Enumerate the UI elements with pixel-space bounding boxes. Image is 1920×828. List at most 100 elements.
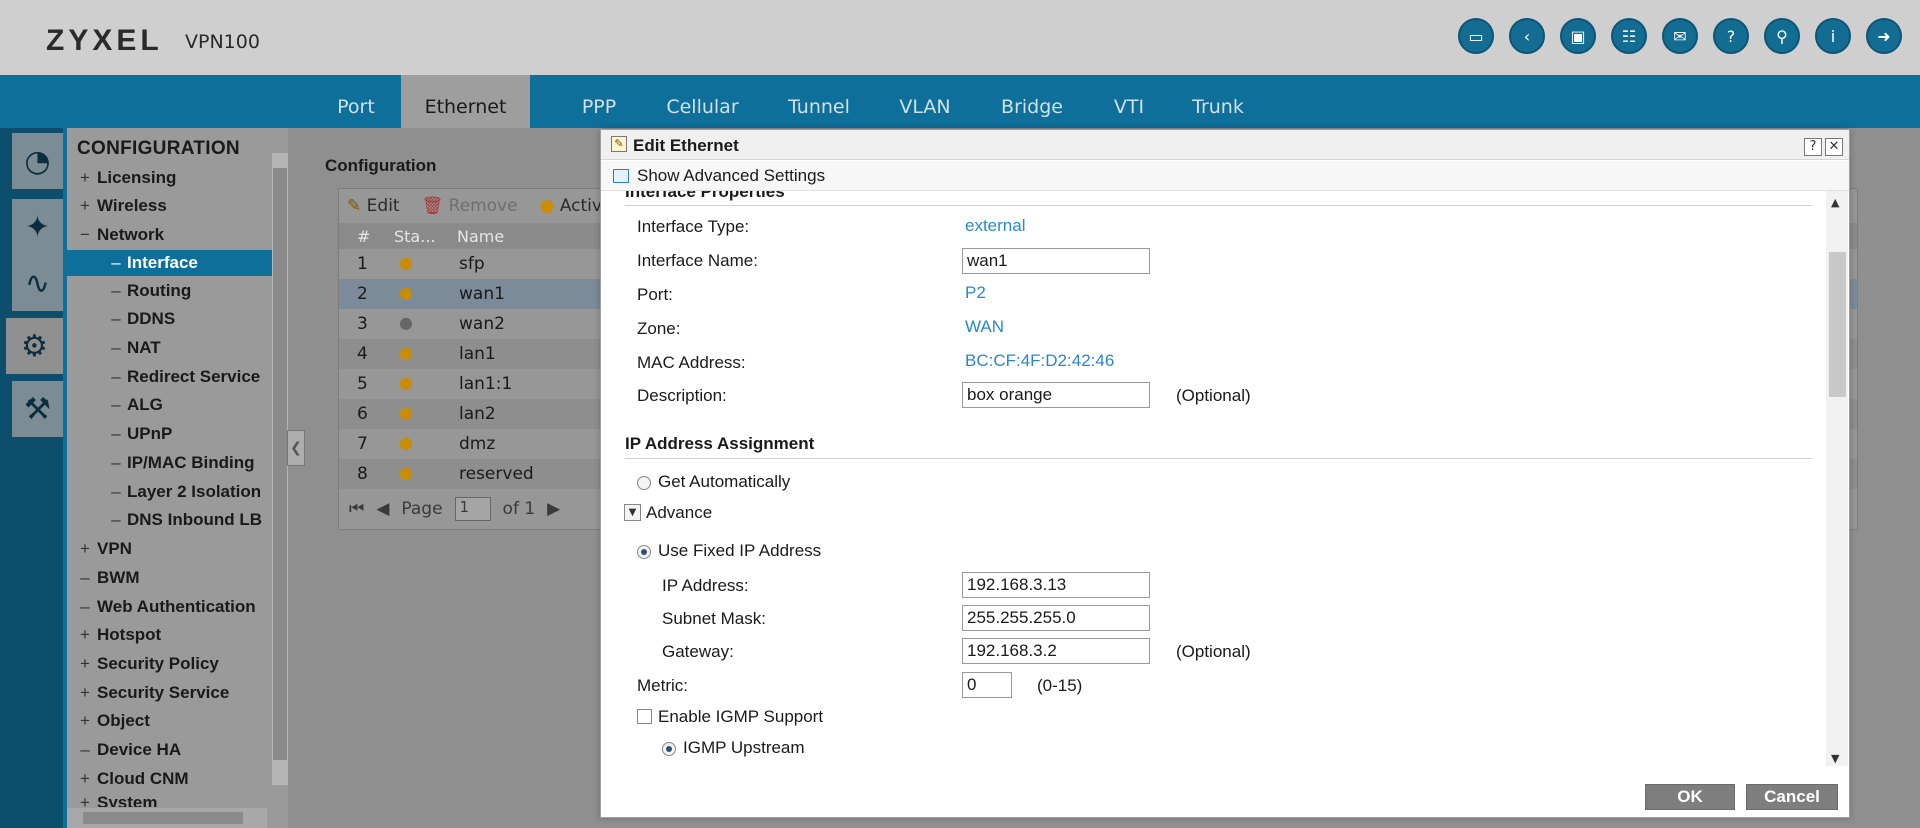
prev-page-icon[interactable]: ◀ — [376, 499, 389, 519]
tab-vti[interactable]: VTI — [1107, 75, 1151, 128]
status-bulb-icon: ● — [399, 253, 413, 272]
get-automatically-label: Get Automatically — [658, 472, 791, 491]
gear-icon[interactable]: ⚙ — [6, 318, 63, 374]
enable-igmp-checkbox[interactable] — [637, 709, 652, 724]
close-icon[interactable]: ✕ — [1825, 138, 1843, 156]
sidebar-item-dns-inbound-lb[interactable]: – DNS Inbound LB — [67, 507, 272, 533]
monitor-icon[interactable]: ∿ — [12, 255, 63, 311]
description-input[interactable]: box orange — [962, 382, 1150, 408]
sidebar-horizontal-thumb[interactable] — [83, 812, 243, 824]
enable-igmp-label: Enable IGMP Support — [658, 707, 824, 726]
page-input[interactable]: 1 — [454, 497, 491, 521]
status-bulb-icon: ● — [399, 403, 413, 422]
cancel-button[interactable]: Cancel — [1746, 784, 1838, 810]
use-fixed-ip-radio[interactable] — [637, 545, 651, 559]
ip-address-input[interactable]: 192.168.3.13 — [962, 572, 1150, 598]
console-icon[interactable]: ▭ — [1458, 18, 1494, 54]
sidebar-item-nat[interactable]: – NAT — [67, 335, 272, 361]
first-page-icon[interactable]: ⏮ — [349, 499, 364, 519]
edit-button[interactable]: ✎ Edit — [347, 196, 400, 216]
sidebar-item-device-ha[interactable]: – Device HA — [67, 737, 272, 763]
logout-icon[interactable]: ➜ — [1866, 18, 1902, 54]
tab-bridge[interactable]: Bridge — [997, 75, 1067, 128]
dashboard-icon[interactable]: ◔ — [12, 133, 63, 189]
sidebar-item-layer2-isolation[interactable]: – Layer 2 Isolation — [67, 479, 272, 505]
help-icon[interactable]: ? — [1804, 138, 1822, 156]
tab-port[interactable]: Port — [328, 75, 384, 128]
scroll-up-icon[interactable]: ▲ — [1831, 196, 1839, 209]
description-optional: (Optional) — [1176, 386, 1251, 405]
pin-icon[interactable]: ⚲ — [1764, 18, 1800, 54]
mac-address-value: BC:CF:4F:D2:42:46 — [965, 351, 1115, 370]
sidebar-item-alg[interactable]: – ALG — [67, 392, 272, 418]
header-icon-bar: ▭ ‹ ▣ ☷ ✉ ? ⚲ i ➜ — [1458, 18, 1902, 54]
column-number[interactable]: # — [357, 227, 370, 246]
tab-vlan[interactable]: VLAN — [894, 75, 956, 128]
sidebar-item-security-service[interactable]: + Security Service — [67, 680, 272, 706]
bulb-icon: ● — [539, 196, 555, 216]
sidebar-item-licensing[interactable]: + Licensing — [67, 165, 272, 191]
sidebar-item-redirect-service[interactable]: – Redirect Service — [67, 364, 272, 390]
igmp-upstream-label: IGMP Upstream — [683, 738, 805, 757]
chat-icon[interactable]: ✉ — [1662, 18, 1698, 54]
edit-icon: ✎ — [611, 136, 627, 152]
app-header: ZYXEL VPN100 ▭ ‹ ▣ ☷ ✉ ? ⚲ i ➜ — [0, 0, 1920, 75]
sidebar-scroll-thumb[interactable] — [273, 168, 287, 760]
ok-button[interactable]: OK — [1645, 784, 1735, 810]
advance-toggle-icon[interactable]: ▼ — [624, 504, 641, 521]
sidebar-item-interface[interactable]: – Interface — [67, 250, 272, 276]
sidebar-item-wireless[interactable]: + Wireless — [67, 193, 272, 219]
get-automatically-radio[interactable] — [637, 476, 651, 490]
sidebar-item-ddns[interactable]: – DDNS — [67, 306, 272, 332]
next-page-icon[interactable]: ▶ — [547, 499, 560, 519]
sidebar-item-network[interactable]: − Network — [67, 222, 272, 248]
collapse-sidebar-icon[interactable]: ❮ — [287, 430, 305, 466]
status-bulb-icon: ● — [399, 433, 413, 452]
sidebar-item-object[interactable]: + Object — [67, 708, 272, 734]
subnet-mask-input[interactable]: 255.255.255.0 — [962, 605, 1150, 631]
sidebar-item-bwm[interactable]: – BWM — [67, 565, 272, 591]
sidebar-item-cloud-cnm[interactable]: + Cloud CNM — [67, 766, 272, 792]
dialog-title: Edit Ethernet — [633, 136, 739, 155]
advance-label[interactable]: Advance — [646, 503, 712, 523]
cli-icon[interactable]: ‹ — [1509, 18, 1545, 54]
sidebar-item-upnp[interactable]: – UPnP — [67, 421, 272, 447]
sidebar-item-web-authentication[interactable]: – Web Authentication — [67, 594, 272, 620]
tab-tunnel[interactable]: Tunnel — [784, 75, 854, 128]
tab-cellular[interactable]: Cellular — [660, 75, 745, 128]
scroll-down-icon[interactable]: ▼ — [1831, 752, 1839, 765]
metric-range: (0-15) — [1037, 676, 1083, 695]
dialog-scroll-thumb[interactable] — [1829, 252, 1846, 397]
section-title: Configuration — [325, 156, 437, 175]
sidebar-item-hotspot[interactable]: + Hotspot — [67, 622, 272, 648]
tab-trunk[interactable]: Trunk — [1187, 75, 1249, 128]
sidebar-item-security-policy[interactable]: + Security Policy — [67, 651, 272, 677]
igmp-upstream-radio[interactable] — [662, 742, 676, 756]
tab-ethernet[interactable]: Ethernet — [401, 75, 530, 128]
show-advanced-settings-link[interactable]: Show Advanced Settings — [601, 161, 1849, 191]
sidebar-item-vpn[interactable]: + VPN — [67, 536, 272, 562]
port-label: Port: — [637, 285, 673, 304]
interface-name-input[interactable]: wan1 — [962, 248, 1150, 274]
info-icon[interactable]: i — [1815, 18, 1851, 54]
interface-type-label: Interface Type: — [637, 217, 750, 236]
tab-ppp[interactable]: PPP — [575, 75, 623, 128]
metric-input[interactable]: 0 — [962, 672, 1012, 698]
column-name[interactable]: Name — [457, 227, 504, 246]
status-bulb-icon: ● — [399, 283, 413, 302]
sitemap-icon[interactable]: ☷ — [1611, 18, 1647, 54]
status-bulb-icon: ● — [399, 343, 413, 362]
description-label: Description: — [637, 386, 727, 405]
sidebar-item-system[interactable]: + System — [67, 793, 272, 807]
gateway-input[interactable]: 192.168.3.2 — [962, 638, 1150, 664]
window-icon[interactable]: ▣ — [1560, 18, 1596, 54]
table-icon — [613, 169, 629, 183]
column-status[interactable]: Sta... — [394, 227, 436, 246]
help-icon[interactable]: ? — [1713, 18, 1749, 54]
tools-icon[interactable]: ⚒ — [12, 381, 63, 437]
sidebar-item-ip-mac-binding[interactable]: – IP/MAC Binding — [67, 450, 272, 476]
activate-button[interactable]: ● Activ — [540, 196, 602, 216]
remove-button[interactable]: 🗑 Remove — [422, 196, 518, 216]
wizard-icon[interactable]: ✦ — [12, 199, 63, 255]
sidebar-item-routing[interactable]: – Routing — [67, 278, 272, 304]
